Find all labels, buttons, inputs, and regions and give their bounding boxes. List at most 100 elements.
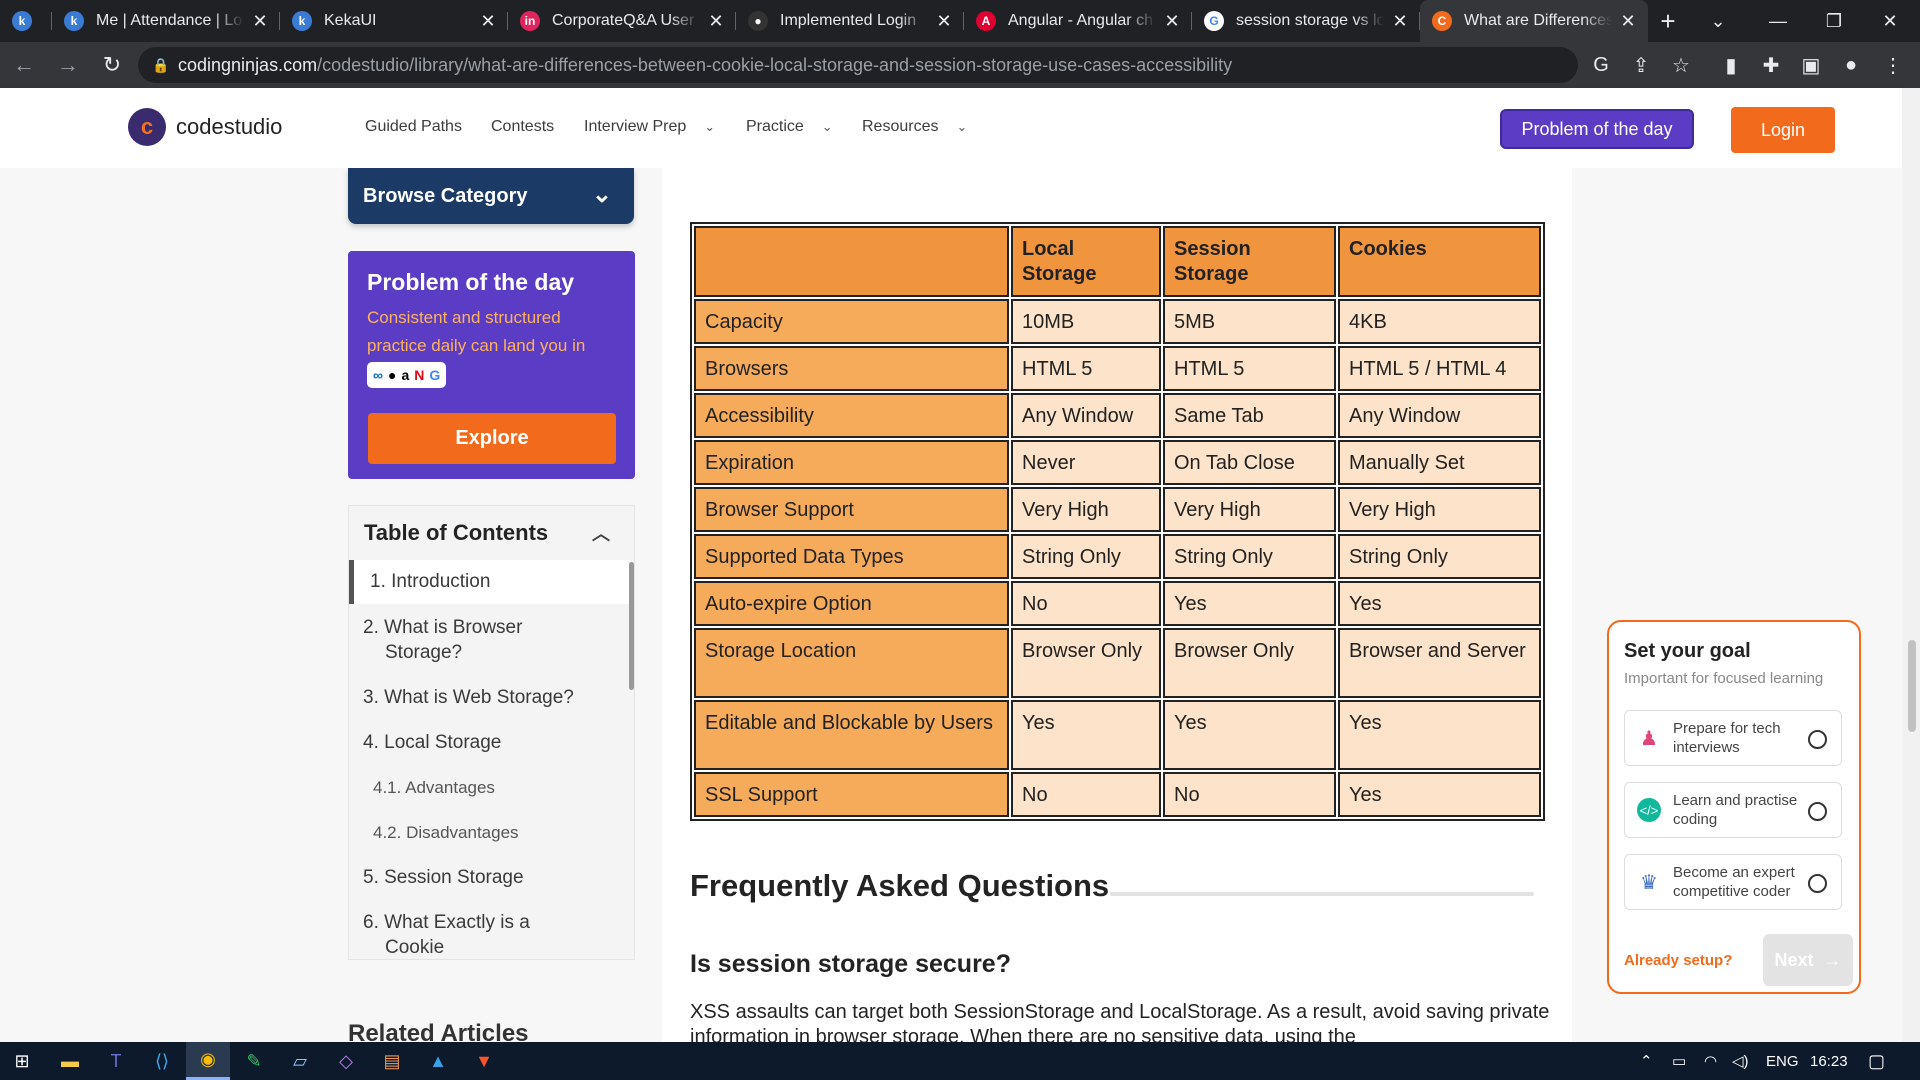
radio-button[interactable]	[1808, 874, 1827, 893]
table-cell: Yes	[1163, 581, 1336, 626]
explore-button[interactable]: Explore	[368, 413, 616, 464]
teams-icon[interactable]: T	[94, 1042, 138, 1080]
codestudio-logo[interactable]: c codestudio	[128, 108, 282, 146]
close-tab-icon[interactable]: ✕	[1164, 11, 1180, 32]
minimize-icon[interactable]: —	[1750, 0, 1806, 42]
login-button[interactable]: Login	[1731, 107, 1835, 153]
goal-option-interviews[interactable]: ♟ Prepare for tech interviews	[1624, 710, 1842, 766]
close-tab-icon[interactable]: ✕	[708, 11, 724, 32]
toc-item-advantages[interactable]: 4.1. Advantages	[349, 775, 631, 800]
potd-card: Problem of the day Consistent and struct…	[348, 251, 635, 479]
toc-item-disadvantages[interactable]: 4.2. Disadvantages	[349, 820, 631, 845]
toc-item-introduction[interactable]: 1. Introduction	[349, 560, 631, 604]
toc-scrollbar[interactable]	[629, 562, 634, 690]
browse-category-button[interactable]: Browse Category ⌄	[348, 168, 634, 224]
forward-icon[interactable]: →	[48, 45, 88, 85]
visual-studio-icon[interactable]: ◇	[324, 1042, 368, 1080]
browser-tab[interactable]: k Me | Attendance | Lo ✕	[52, 0, 280, 42]
table-row-label: Expiration	[694, 440, 1009, 485]
toc-item-cookie[interactable]: 6. What Exactly is a Cookie	[349, 910, 579, 959]
volume-icon[interactable]: ◁)	[1732, 1042, 1749, 1080]
goal-subtitle: Important for focused learning	[1624, 670, 1824, 687]
restore-icon[interactable]: ❐	[1806, 0, 1862, 42]
chevron-up-icon[interactable]: ⌃	[1640, 1042, 1653, 1080]
browser-tab[interactable]: C What are Differences ✕	[1420, 0, 1648, 42]
chrome-icon[interactable]: ◉	[186, 1042, 230, 1080]
table-cell: Never	[1011, 440, 1161, 485]
extension-icon[interactable]: ▮	[1714, 48, 1748, 82]
close-tab-icon[interactable]: ✕	[936, 11, 952, 32]
notepad-icon[interactable]: ▱	[278, 1042, 322, 1080]
brave-icon[interactable]: ▼	[462, 1042, 506, 1080]
bookmark-star-icon[interactable]: ☆	[1664, 48, 1698, 82]
table-row: Supported Data Types String Only String On…	[694, 534, 1541, 579]
nav-contests[interactable]: Contests	[491, 118, 554, 136]
close-tab-icon[interactable]: ✕	[1620, 11, 1636, 32]
toc-item-web-storage[interactable]: 3. What is Web Storage?	[349, 685, 631, 710]
clock[interactable]: 16:23	[1810, 1042, 1848, 1080]
goal-option-label: Become an expert competitive coder	[1673, 864, 1795, 900]
close-tab-icon[interactable]: ✕	[252, 11, 268, 32]
side-panel-icon[interactable]: ▣	[1794, 48, 1828, 82]
table-header-cell: Cookies	[1338, 226, 1541, 297]
nav-interview-prep[interactable]: Interview Prep ⌄	[584, 118, 715, 136]
problem-of-the-day-button[interactable]: Problem of the day	[1500, 109, 1694, 149]
radio-button[interactable]	[1808, 730, 1827, 749]
toc-header[interactable]: Table of Contents ︿	[349, 506, 634, 560]
goal-option-coding[interactable]: </> Learn and practise coding	[1624, 782, 1842, 838]
nav-guided-paths[interactable]: Guided Paths	[365, 118, 462, 136]
browser-tab[interactable]: k KekaUI ✕	[280, 0, 508, 42]
page-scrollbar-thumb[interactable]	[1908, 640, 1916, 732]
language-indicator[interactable]: ENG	[1766, 1042, 1799, 1080]
share-icon[interactable]: ⇪	[1624, 48, 1658, 82]
table-row-label: Browsers	[694, 346, 1009, 391]
reload-icon[interactable]: ↻	[92, 45, 132, 85]
profile-avatar-icon[interactable]: ●	[1834, 48, 1868, 82]
browser-tab[interactable]: k	[0, 0, 52, 42]
notifications-icon[interactable]: ▢	[1868, 1042, 1885, 1080]
tab-search-icon[interactable]: ⌄	[1690, 0, 1746, 42]
google-logo-icon: G	[429, 367, 441, 383]
back-icon[interactable]: ←	[4, 45, 44, 85]
close-window-icon[interactable]: ✕	[1862, 0, 1918, 42]
menu-kebab-icon[interactable]: ⋮	[1876, 48, 1910, 82]
nav-label: Resources	[862, 118, 939, 135]
toc-item-browser-storage[interactable]: 2. What is Browser Storage?	[349, 615, 579, 665]
logo-mark-icon: c	[128, 108, 166, 146]
close-tab-icon[interactable]: ✕	[480, 11, 496, 32]
browser-tab[interactable]: ● Implemented Login ✕	[736, 0, 964, 42]
wifi-icon[interactable]: ◠	[1704, 1042, 1717, 1080]
battery-icon[interactable]: ▭	[1672, 1042, 1686, 1080]
sticky-notes-icon[interactable]: ✎	[232, 1042, 276, 1080]
faq-answer: XSS assaults can target both SessionStor…	[690, 1001, 1550, 1042]
google-lens-icon[interactable]: G	[1584, 48, 1618, 82]
puzzle-icon[interactable]: ✚	[1754, 48, 1788, 82]
browser-tab[interactable]: A Angular - Angular ch ✕	[964, 0, 1192, 42]
photos-icon[interactable]: ▲	[416, 1042, 460, 1080]
goal-option-competitive[interactable]: ♛ Become an expert competitive coder	[1624, 854, 1842, 910]
tab-favicon-icon: in	[520, 11, 540, 31]
toc-item-session-storage[interactable]: 5. Session Storage	[349, 865, 631, 890]
browser-tab[interactable]: in CorporateQ&A User ✕	[508, 0, 736, 42]
browser-tab[interactable]: Gsession storage vs lo ✕	[1192, 0, 1420, 42]
nav-practice[interactable]: Practice ⌄	[746, 118, 833, 136]
radio-button[interactable]	[1808, 802, 1827, 821]
vscode-icon[interactable]: ⟨⟩	[140, 1042, 184, 1080]
table-cell: Yes	[1011, 700, 1161, 770]
already-setup-link[interactable]: Already setup?	[1624, 952, 1732, 969]
toc-item-local-storage[interactable]: 4. Local Storage	[349, 730, 631, 755]
arrow-right-icon: →	[1823, 949, 1842, 970]
nav-resources[interactable]: Resources ⌄	[862, 118, 967, 136]
article: Local Storage Session Storage Cookies Ca…	[662, 168, 1572, 1042]
next-button[interactable]: Next →	[1763, 934, 1853, 986]
address-bar[interactable]: 🔒 codingninjas.com/codestudio/library/wh…	[138, 47, 1578, 83]
calculator-icon[interactable]: ▤	[370, 1042, 414, 1080]
page-scrollbar[interactable]	[1902, 88, 1920, 1042]
file-explorer-icon[interactable]: ▬	[48, 1042, 92, 1080]
close-tab-icon[interactable]: ✕	[1392, 11, 1408, 32]
new-tab-button[interactable]: +	[1648, 0, 1688, 42]
tab-title: Me | Attendance | Lo	[96, 12, 243, 29]
windows-start-icon[interactable]: ⊞	[0, 1042, 44, 1080]
faq-heading: Frequently Asked Questions	[690, 868, 1110, 903]
table-row: Expiration Never On Tab Close Manually Set	[694, 440, 1541, 485]
